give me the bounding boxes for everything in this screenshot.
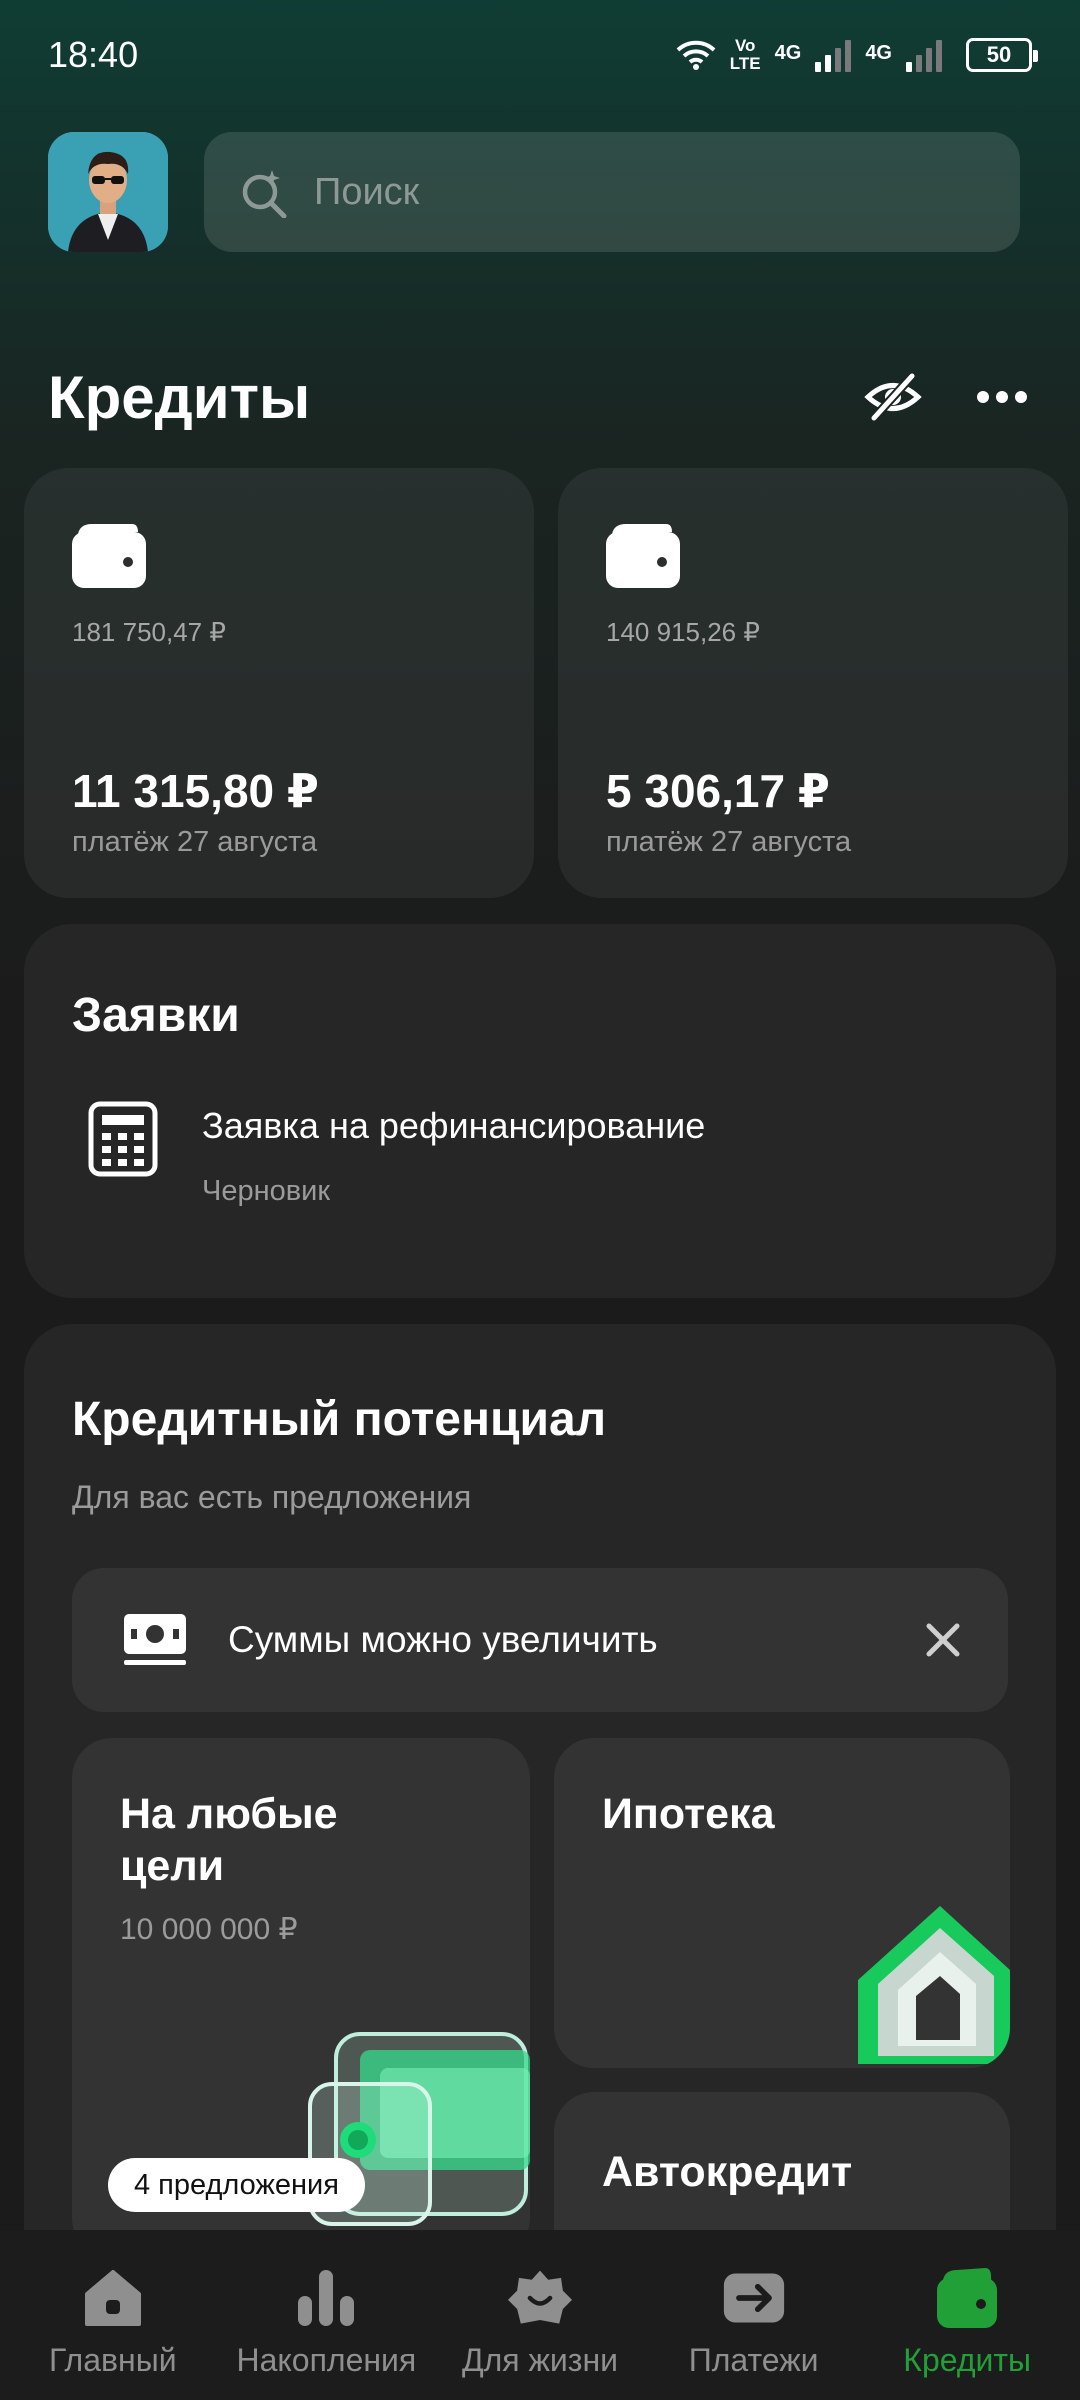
- network-type-2: 4G: [865, 42, 892, 64]
- nav-savings[interactable]: Накопления: [220, 2266, 434, 2400]
- wallet-nav-icon: [937, 2268, 998, 2328]
- potential-title: Кредитный потенциал: [72, 1393, 607, 1446]
- smile-star-icon: [507, 2270, 572, 2324]
- status-bar: 18:40 Vo LTE 4G 4G 50: [0, 0, 1080, 110]
- search-input[interactable]: Поиск: [204, 132, 1020, 252]
- increase-label: Суммы можно увеличить: [228, 1619, 658, 1660]
- wallet-icon: [72, 524, 146, 588]
- status-icons: Vo LTE 4G 4G 50: [676, 36, 1038, 73]
- nav-lifestyle[interactable]: Для жизни: [433, 2266, 647, 2400]
- calculator-icon: [88, 1101, 158, 1177]
- network-type-1: 4G: [774, 42, 802, 64]
- nav-payments[interactable]: Платежи: [647, 2266, 861, 2400]
- status-time: 18:40: [48, 34, 139, 75]
- offer-title: Автокредит: [602, 2148, 853, 2196]
- offer-title: На любые цели: [120, 1790, 338, 1890]
- offer-amount: 10 000 000 ₽: [120, 1913, 298, 1946]
- offer-mortgage[interactable]: Ипотека: [554, 1738, 1010, 2068]
- house-icon: [858, 1906, 1010, 2064]
- home-icon: [84, 2270, 141, 2326]
- bar-chart-icon: [298, 2270, 355, 2326]
- offer-grid: На любые цели 10 000 000 ₽ 4 предложения…: [72, 1738, 1010, 2392]
- signal-icon-2: [906, 38, 942, 72]
- credit-debt: 181 750,47 ₽: [72, 617, 226, 647]
- title-actions: [864, 372, 1038, 422]
- application-texts: Заявка на рефинансирование Черновик: [202, 1101, 705, 1208]
- hide-balance-icon[interactable]: [864, 372, 922, 422]
- nav-home[interactable]: Главный: [6, 2266, 220, 2400]
- increase-banner[interactable]: Суммы можно увеличить: [72, 1568, 1008, 1712]
- page-title: Кредиты: [48, 363, 311, 431]
- avatar[interactable]: [48, 132, 168, 252]
- credit-payment-date: платёж 27 августа: [72, 826, 318, 858]
- applications-title: Заявки: [72, 989, 240, 1042]
- nav-label: Накопления: [236, 2342, 417, 2378]
- nav-label: Для жизни: [461, 2342, 619, 2378]
- credit-card[interactable]: 140 915,26 ₽ 5 306,17 ₽ платёж 27 август…: [558, 468, 1068, 898]
- nav-label: Платежи: [688, 2342, 819, 2378]
- wallet-icon: [606, 524, 680, 588]
- title-row: Кредиты: [48, 352, 1038, 442]
- avatar-image: [48, 132, 168, 252]
- credit-card[interactable]: 181 750,47 ₽ 11 315,80 ₽ платёж 27 авгус…: [24, 468, 534, 898]
- header: Поиск: [48, 132, 1020, 252]
- applications-panel: Заявки Заявка на рефинансирование Чернов…: [24, 924, 1056, 1298]
- application-name: Заявка на рефинансирование: [202, 1105, 706, 1146]
- offer-any-purpose[interactable]: На любые цели 10 000 000 ₽ 4 предложения: [72, 1738, 530, 2258]
- credit-debt: 140 915,26 ₽: [606, 617, 760, 647]
- transfer-icon: [723, 2273, 784, 2323]
- search-icon: [242, 170, 287, 218]
- credit-payment: 11 315,80 ₽: [72, 765, 319, 817]
- nav-label: Кредиты: [903, 2342, 1032, 2378]
- offer-title: Ипотека: [602, 1790, 775, 1838]
- signal-icon-1: [815, 38, 852, 72]
- bottom-nav: Главный Накопления Для жизни Платежи Кре…: [0, 2230, 1080, 2400]
- banknote-icon: [124, 1614, 186, 1665]
- credit-payment: 5 306,17 ₽: [606, 765, 830, 817]
- wifi-icon: [676, 40, 716, 70]
- offers-count-badge: 4 предложения: [108, 2158, 365, 2212]
- nav-label: Главный: [49, 2342, 177, 2378]
- application-status: Черновик: [202, 1175, 331, 1207]
- search-placeholder: Поиск: [314, 170, 420, 213]
- more-icon[interactable]: [976, 390, 1028, 404]
- volte-indicator: Vo LTE: [729, 36, 761, 73]
- nav-credits[interactable]: Кредиты: [860, 2266, 1074, 2400]
- application-item[interactable]: Заявка на рефинансирование Черновик: [72, 1101, 1008, 1208]
- credit-payment-date: платёж 27 августа: [606, 826, 852, 858]
- battery-icon: 50: [966, 38, 1038, 72]
- potential-subtitle: Для вас есть предложения: [72, 1479, 472, 1515]
- close-icon[interactable]: [926, 1623, 960, 1657]
- credit-potential-panel: Кредитный потенциал Для вас есть предлож…: [24, 1324, 1056, 2392]
